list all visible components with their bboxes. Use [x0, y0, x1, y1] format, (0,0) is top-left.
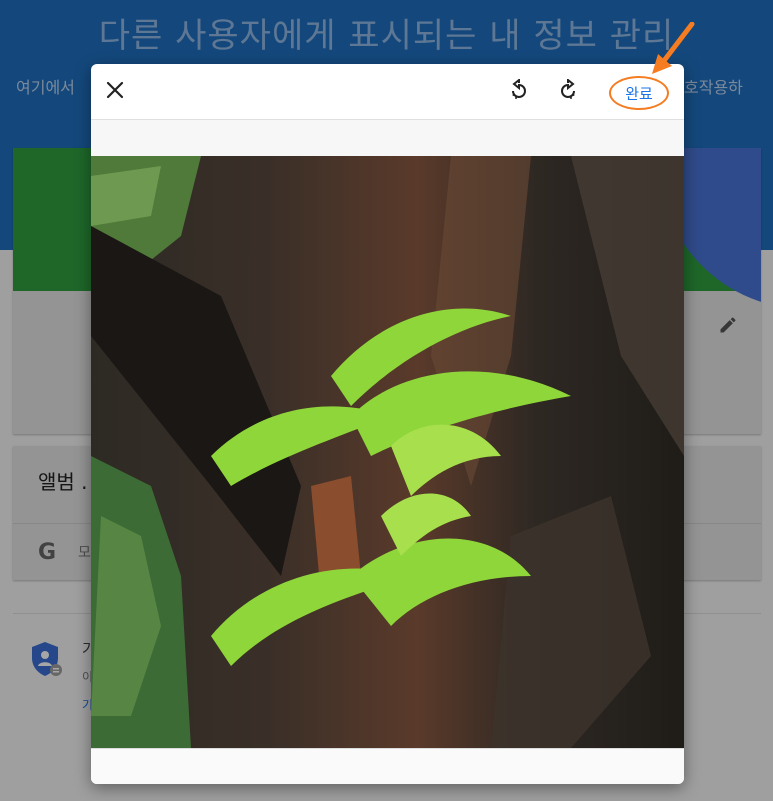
dialog-footer: [91, 748, 684, 784]
crop-area-top: [91, 120, 684, 156]
annotation-arrow-icon: [652, 22, 695, 74]
photo-editor-dialog: 완료: [91, 64, 684, 784]
dialog-toolbar: 완료: [91, 64, 684, 120]
close-icon[interactable]: [103, 78, 127, 102]
rotate-left-icon[interactable]: [507, 79, 531, 103]
done-button[interactable]: 완료: [609, 76, 669, 110]
fern-photo[interactable]: [91, 156, 684, 748]
rotate-right-icon[interactable]: [556, 79, 580, 103]
